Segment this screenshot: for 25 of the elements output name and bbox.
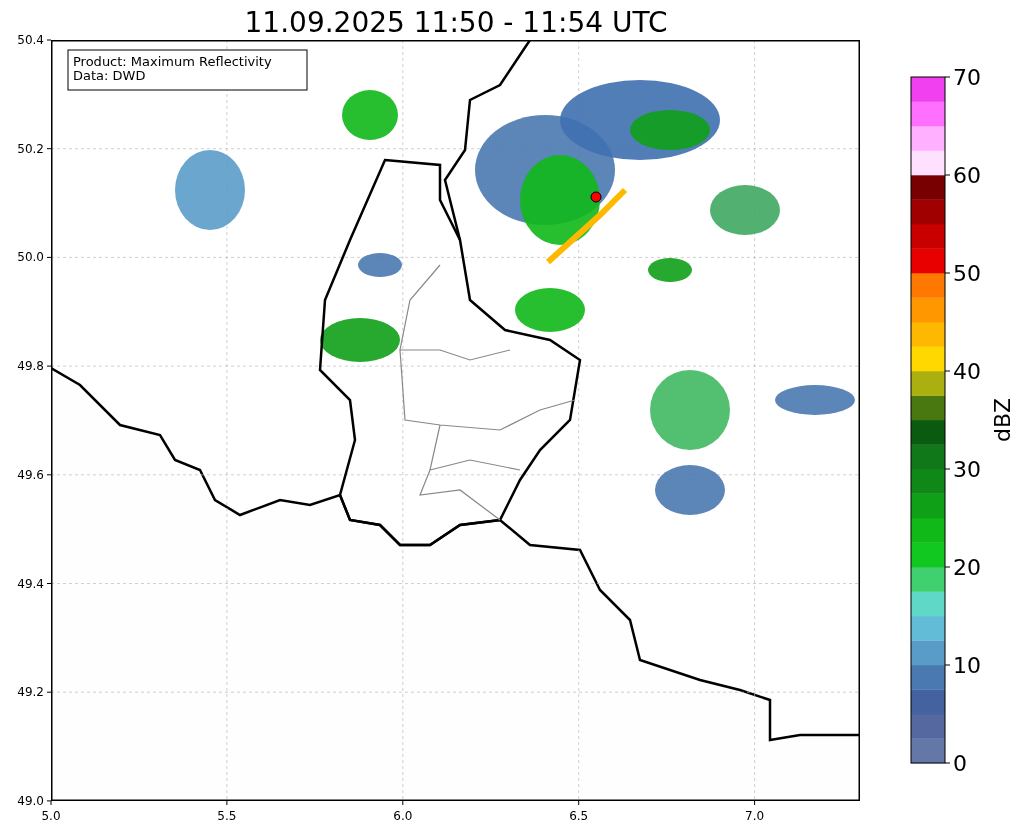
colorbar-tick-label: 50 bbox=[953, 261, 981, 286]
tick-label: 49.0 bbox=[17, 793, 44, 808]
chart-title: 11.09.2025 11:50 - 11:54 UTC bbox=[244, 6, 668, 39]
tick-label: 5.5 bbox=[217, 809, 237, 823]
tick-label: 6.0 bbox=[393, 809, 413, 823]
tick-label: 50.4 bbox=[17, 33, 44, 47]
tick-label: 7.0 bbox=[745, 809, 765, 823]
colorbar-tick-label: 20 bbox=[953, 555, 981, 580]
colorbar-tick-label: 30 bbox=[953, 457, 981, 482]
tick-label: 50.2 bbox=[17, 141, 44, 156]
tick-label: 5.0 bbox=[41, 809, 61, 823]
colorbar-tick-label: 0 bbox=[953, 751, 967, 776]
tick-label: 50.0 bbox=[17, 250, 44, 265]
colorbar-label: dBZ bbox=[990, 397, 1015, 443]
legend-text: Product: Maximum Reflectivity bbox=[73, 54, 272, 69]
tick-label: 49.6 bbox=[17, 467, 44, 482]
tick-label: 6.5 bbox=[569, 809, 589, 823]
colorbar-tick-label: 70 bbox=[953, 65, 981, 90]
colorbar-tick-label: 10 bbox=[953, 653, 981, 678]
tick-label: 49.2 bbox=[17, 685, 44, 700]
tick-label: 49.8 bbox=[17, 359, 44, 374]
legend-text: Data: DWD bbox=[73, 68, 146, 83]
colorbar-tick-label: 40 bbox=[953, 359, 981, 384]
tick-label: 49.4 bbox=[17, 576, 44, 591]
colorbar-tick-label: 60 bbox=[953, 163, 981, 188]
